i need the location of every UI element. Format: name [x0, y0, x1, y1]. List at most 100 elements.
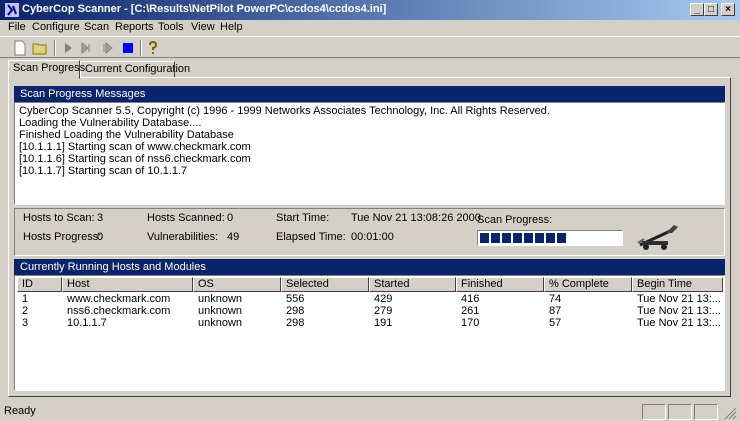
step-forward-icon[interactable] — [79, 40, 95, 56]
status-text: Ready — [4, 405, 36, 417]
cell-host: www.checkmark.com — [67, 293, 171, 305]
vulnerabilities-label: Vulnerabilities: — [147, 231, 219, 243]
status-pane — [668, 404, 692, 420]
running-hosts-header: Currently Running Hosts and Modules — [14, 259, 725, 275]
toolbar — [0, 36, 740, 58]
scan-progress-messages-header: Scan Progress Messages — [14, 86, 725, 102]
elapsed-time-value: 00:01:00 — [351, 231, 394, 243]
column-header-host[interactable]: Host — [62, 277, 193, 292]
start-time-label: Start Time: — [276, 212, 330, 224]
column-header-percent-complete[interactable]: % Complete — [544, 277, 632, 292]
column-header-started[interactable]: Started — [369, 277, 456, 292]
cell-begin-time: Tue Nov 21 13:... — [637, 317, 721, 329]
hosts-to-scan-value: 3 — [97, 212, 104, 224]
message-line: [10.1.1.6] Starting scan of nss6.checkma… — [19, 153, 251, 165]
cell-id: 1 — [22, 293, 29, 305]
toolbar-separator — [140, 40, 142, 56]
cell-os: unknown — [198, 317, 243, 329]
progress-segment — [502, 233, 511, 243]
scan-progress-label: Scan Progress: — [477, 214, 553, 226]
progress-segment — [535, 233, 544, 243]
help-icon[interactable] — [145, 40, 161, 56]
scan-progress-bar — [477, 230, 623, 246]
status-pane — [642, 404, 666, 420]
close-button[interactable]: × — [721, 3, 735, 16]
cell-started: 429 — [374, 293, 393, 305]
cell-started: 191 — [374, 317, 393, 329]
window-title: CyberCop Scanner - [C:\Results\NetPilot … — [22, 3, 387, 15]
open-folder-icon[interactable] — [32, 40, 48, 56]
progress-segment — [491, 233, 500, 243]
hosts-to-scan-label: Hosts to Scan: — [23, 212, 95, 224]
maximize-button[interactable]: □ — [704, 3, 718, 16]
stop-scan-icon[interactable] — [120, 40, 136, 56]
cell-finished: 416 — [461, 293, 480, 305]
cell-id: 2 — [22, 305, 29, 317]
cell-percent-complete: 87 — [549, 305, 562, 317]
hosts-progress-value: 0 — [97, 231, 104, 243]
message-line: [10.1.1.1] Starting scan of www.checkmar… — [19, 141, 251, 153]
elapsed-time-label: Elapsed Time: — [276, 231, 346, 243]
tab-current-configuration[interactable]: Current Configuration — [80, 61, 190, 78]
status-pane — [694, 404, 718, 420]
cell-percent-complete: 57 — [549, 317, 562, 329]
progress-segment — [557, 233, 566, 243]
menu-file[interactable]: File — [8, 21, 26, 33]
step-next-icon[interactable] — [100, 40, 116, 56]
cell-begin-time: Tue Nov 21 13:... — [637, 293, 721, 305]
column-header-finished[interactable]: Finished — [456, 277, 544, 292]
menu-view[interactable]: View — [191, 21, 215, 33]
cell-percent-complete: 74 — [549, 293, 562, 305]
minimize-button[interactable]: _ — [690, 3, 704, 16]
message-line: Finished Loading the Vulnerability Datab… — [19, 129, 234, 141]
tab-scan-progress[interactable]: Scan Progress — [8, 60, 85, 79]
new-file-icon[interactable] — [12, 40, 28, 56]
hosts-progress-label: Hosts Progress: — [23, 231, 102, 243]
column-header-id[interactable]: ID — [17, 277, 62, 292]
progress-segment — [524, 233, 533, 243]
progress-segment — [546, 233, 555, 243]
start-scan-icon[interactable] — [60, 40, 76, 56]
cell-id: 3 — [22, 317, 29, 329]
cell-host: 10.1.1.7 — [67, 317, 107, 329]
cell-selected: 298 — [286, 305, 305, 317]
siege-engine-animation-icon — [637, 225, 678, 250]
title-bar[interactable]: CyberCop Scanner - [C:\Results\NetPilot … — [0, 0, 740, 20]
menu-reports[interactable]: Reports — [115, 21, 154, 33]
hosts-scanned-value: 0 — [227, 212, 234, 224]
scan-progress-messages-box[interactable]: CyberCop Scanner 5.5, Copyright (c) 1996… — [14, 102, 725, 205]
column-header-selected[interactable]: Selected — [281, 277, 369, 292]
cell-finished: 261 — [461, 305, 480, 317]
progress-segment — [480, 233, 489, 243]
message-line: CyberCop Scanner 5.5, Copyright (c) 1996… — [19, 105, 550, 117]
hosts-scanned-label: Hosts Scanned: — [147, 212, 225, 224]
menu-tools[interactable]: Tools — [158, 21, 184, 33]
column-header-begin-time[interactable]: Begin Time — [632, 277, 723, 292]
resize-grip-icon[interactable] — [724, 407, 737, 420]
menu-configure[interactable]: Configure — [32, 21, 80, 33]
toolbar-separator — [54, 40, 56, 56]
menu-help[interactable]: Help — [220, 21, 243, 33]
message-line: [10.1.1.7] Starting scan of 10.1.1.7 — [19, 165, 188, 177]
vulnerabilities-value: 49 — [227, 231, 240, 243]
cell-host: nss6.checkmark.com — [67, 305, 171, 317]
running-hosts-frame: Currently Running Hosts and Modules ID H… — [14, 259, 725, 391]
cell-selected: 556 — [286, 293, 305, 305]
cell-begin-time: Tue Nov 21 13:... — [637, 305, 721, 317]
start-time-value: Tue Nov 21 13:08:26 2000 — [351, 212, 481, 224]
application-window: CyberCop Scanner - [C:\Results\NetPilot … — [0, 0, 740, 421]
menu-bar: File Configure Scan Reports Tools View H… — [0, 20, 740, 36]
cell-selected: 298 — [286, 317, 305, 329]
running-hosts-table[interactable]: ID Host OS Selected Started Finished % C… — [14, 275, 725, 391]
scan-progress-messages-frame: Scan Progress Messages CyberCop Scanner … — [14, 86, 725, 205]
cell-finished: 170 — [461, 317, 480, 329]
menu-scan[interactable]: Scan — [84, 21, 109, 33]
scan-progress-fill — [480, 233, 568, 243]
column-header-os[interactable]: OS — [193, 277, 281, 292]
app-icon[interactable] — [4, 2, 20, 18]
cell-os: unknown — [198, 305, 243, 317]
progress-segment — [513, 233, 522, 243]
cell-os: unknown — [198, 293, 243, 305]
message-line: Loading the Vulnerability Database.... — [19, 117, 202, 129]
cell-started: 279 — [374, 305, 393, 317]
